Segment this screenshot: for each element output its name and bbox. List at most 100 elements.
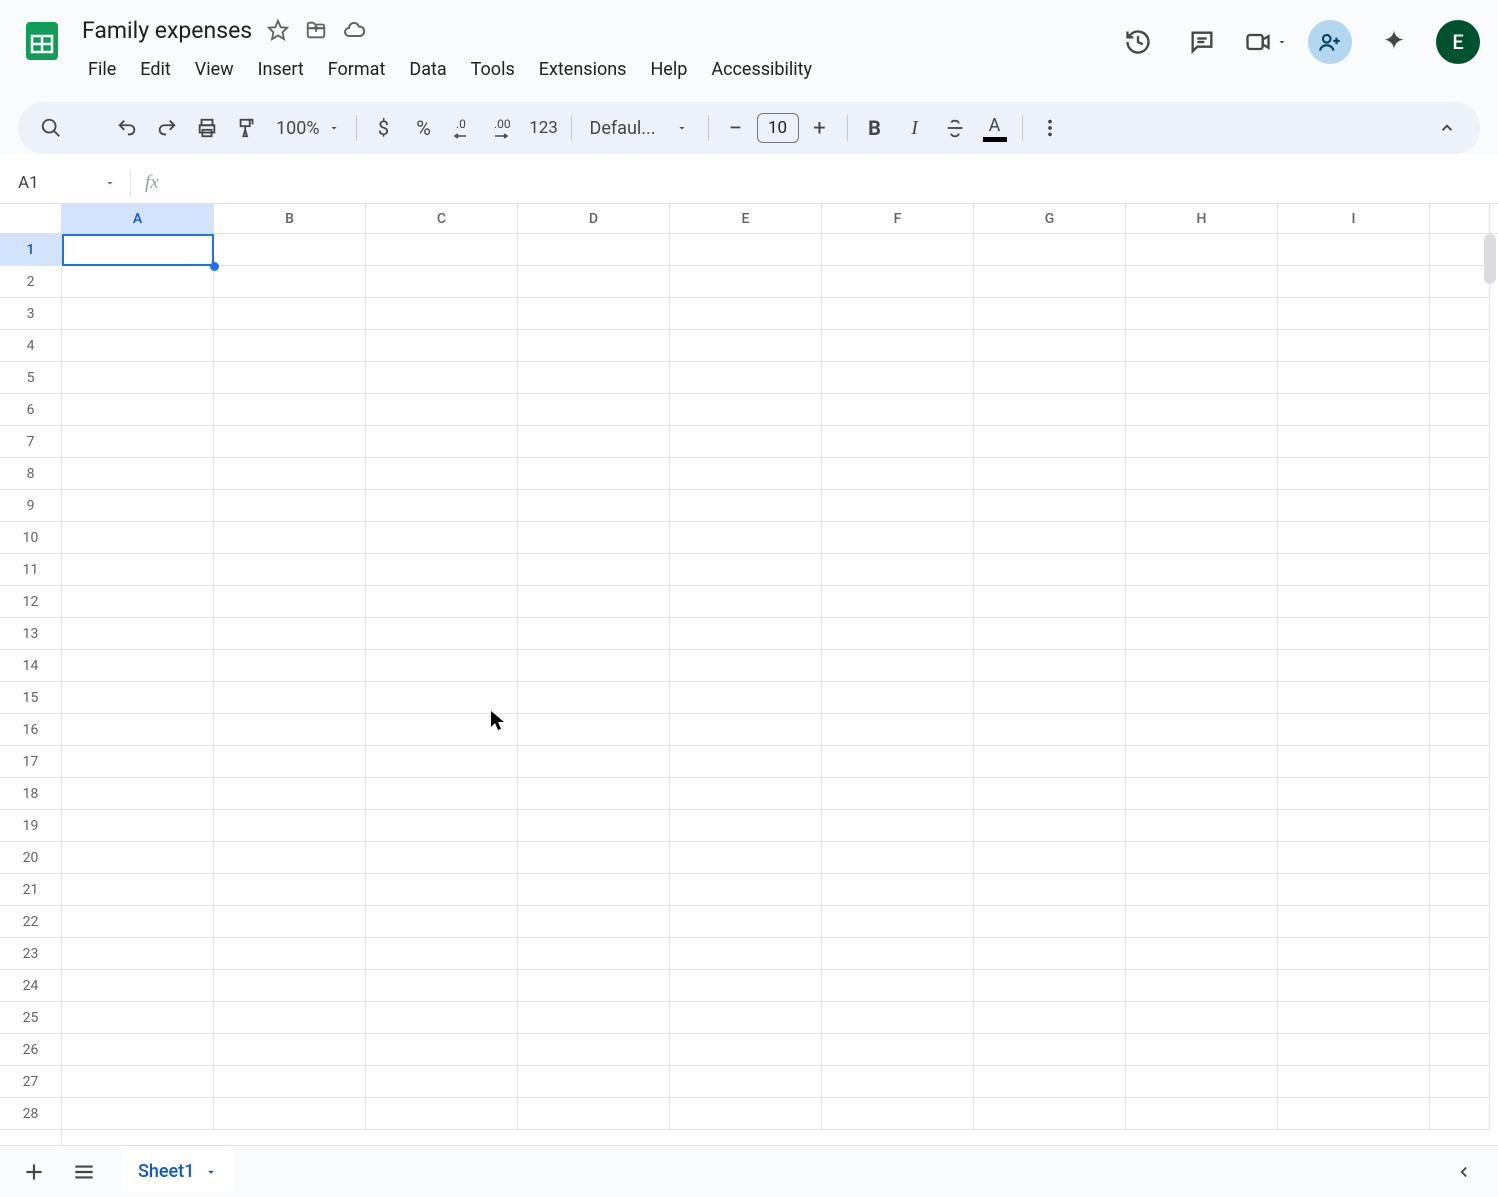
cell[interactable] xyxy=(366,618,518,650)
cell[interactable] xyxy=(974,1066,1126,1098)
cell[interactable] xyxy=(670,682,822,714)
cell[interactable] xyxy=(1430,1034,1490,1066)
cell[interactable] xyxy=(822,746,974,778)
cell[interactable] xyxy=(1278,682,1430,714)
cell[interactable] xyxy=(214,298,366,330)
cell[interactable] xyxy=(822,330,974,362)
row-header-13[interactable]: 13 xyxy=(0,618,61,650)
cell[interactable] xyxy=(1126,746,1278,778)
cell[interactable] xyxy=(1126,234,1278,266)
cell[interactable] xyxy=(1278,586,1430,618)
menu-data[interactable]: Data xyxy=(399,53,456,86)
cell[interactable] xyxy=(822,970,974,1002)
row-header-14[interactable]: 14 xyxy=(0,650,61,682)
cell[interactable] xyxy=(518,394,670,426)
cell[interactable] xyxy=(62,874,214,906)
cell[interactable] xyxy=(366,330,518,362)
cell[interactable] xyxy=(974,458,1126,490)
cell[interactable] xyxy=(1126,714,1278,746)
cell[interactable] xyxy=(822,426,974,458)
cell[interactable] xyxy=(366,650,518,682)
font-size-input[interactable]: 10 xyxy=(757,113,799,143)
cell[interactable] xyxy=(670,714,822,746)
cell[interactable] xyxy=(974,362,1126,394)
zoom-select[interactable]: 100% xyxy=(268,118,348,139)
move-icon[interactable] xyxy=(304,18,328,42)
cell[interactable] xyxy=(1126,650,1278,682)
cell[interactable] xyxy=(1278,618,1430,650)
cell[interactable] xyxy=(974,682,1126,714)
cell[interactable] xyxy=(1126,586,1278,618)
increase-font-size-button[interactable]: + xyxy=(801,109,839,147)
cell[interactable] xyxy=(822,1034,974,1066)
cell[interactable] xyxy=(670,650,822,682)
cell[interactable] xyxy=(1430,234,1490,266)
column-header-F[interactable]: F xyxy=(822,204,974,234)
menu-tools[interactable]: Tools xyxy=(461,53,525,86)
cell[interactable] xyxy=(974,874,1126,906)
cell[interactable] xyxy=(1430,394,1490,426)
cell[interactable] xyxy=(62,746,214,778)
cell[interactable] xyxy=(518,938,670,970)
cell[interactable] xyxy=(1278,906,1430,938)
cell[interactable] xyxy=(974,1002,1126,1034)
cell[interactable] xyxy=(974,842,1126,874)
cell[interactable] xyxy=(822,874,974,906)
cell[interactable] xyxy=(974,938,1126,970)
cell[interactable] xyxy=(214,874,366,906)
cell[interactable] xyxy=(366,1002,518,1034)
cell[interactable] xyxy=(214,650,366,682)
cell[interactable] xyxy=(822,682,974,714)
cell[interactable] xyxy=(214,490,366,522)
row-header-1[interactable]: 1 xyxy=(0,234,61,266)
cell[interactable] xyxy=(822,234,974,266)
cell[interactable] xyxy=(518,682,670,714)
cell[interactable] xyxy=(822,1066,974,1098)
search-menu-icon[interactable] xyxy=(32,109,70,147)
cell[interactable] xyxy=(1278,522,1430,554)
cell[interactable] xyxy=(974,330,1126,362)
cell[interactable] xyxy=(670,778,822,810)
cell[interactable] xyxy=(366,1066,518,1098)
cell[interactable] xyxy=(1126,330,1278,362)
cell[interactable] xyxy=(1278,362,1430,394)
cell[interactable] xyxy=(1278,234,1430,266)
row-header-15[interactable]: 15 xyxy=(0,682,61,714)
row-header-11[interactable]: 11 xyxy=(0,554,61,586)
cell[interactable] xyxy=(518,234,670,266)
cell[interactable] xyxy=(974,426,1126,458)
cell[interactable] xyxy=(518,874,670,906)
cell[interactable] xyxy=(1126,1098,1278,1130)
cell[interactable] xyxy=(1126,874,1278,906)
cell[interactable] xyxy=(670,426,822,458)
row-header-5[interactable]: 5 xyxy=(0,362,61,394)
print-button[interactable] xyxy=(188,109,226,147)
cell[interactable] xyxy=(670,234,822,266)
cell[interactable] xyxy=(822,650,974,682)
cell[interactable] xyxy=(1278,970,1430,1002)
menu-help[interactable]: Help xyxy=(640,53,697,86)
cell[interactable] xyxy=(1126,458,1278,490)
cell[interactable] xyxy=(518,554,670,586)
cell[interactable] xyxy=(1430,810,1490,842)
cell[interactable] xyxy=(214,746,366,778)
column-header-I[interactable]: I xyxy=(1278,204,1430,234)
cell[interactable] xyxy=(62,906,214,938)
cell[interactable] xyxy=(214,970,366,1002)
cell[interactable] xyxy=(366,490,518,522)
cell[interactable] xyxy=(1278,394,1430,426)
cell[interactable] xyxy=(1278,1098,1430,1130)
gemini-icon[interactable] xyxy=(1372,20,1416,64)
cell[interactable] xyxy=(1430,458,1490,490)
row-header-17[interactable]: 17 xyxy=(0,746,61,778)
cell[interactable] xyxy=(214,458,366,490)
cell[interactable] xyxy=(214,586,366,618)
cell[interactable] xyxy=(62,1066,214,1098)
cell[interactable] xyxy=(214,1034,366,1066)
cell[interactable] xyxy=(670,970,822,1002)
cell[interactable] xyxy=(974,298,1126,330)
cell[interactable] xyxy=(518,970,670,1002)
bold-button[interactable]: B xyxy=(856,109,894,147)
column-header-C[interactable]: C xyxy=(366,204,518,234)
cell[interactable] xyxy=(974,586,1126,618)
